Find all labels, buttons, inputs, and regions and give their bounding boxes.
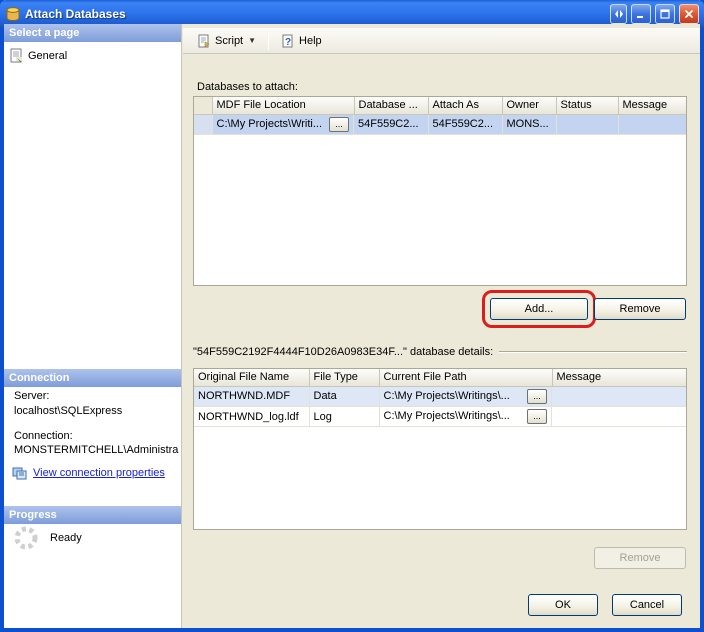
column-header-original-file-name[interactable]: Original File Name — [194, 369, 309, 386]
databases-to-attach-label: Databases to attach: — [197, 81, 298, 93]
toolbar: Script ▼ ? Help — [183, 28, 700, 54]
message-cell — [552, 407, 687, 427]
database-details-table[interactable]: Original File Name File Type Current Fil… — [193, 368, 687, 530]
connection-value: MONSTERMITCHELL\Administra — [14, 444, 178, 456]
original-file-name-cell: NORTHWND_log.ldf — [194, 407, 309, 427]
column-header-database[interactable]: Database ... — [354, 97, 428, 114]
column-header-current-file-path[interactable]: Current File Path — [379, 369, 552, 386]
view-connection-properties-link[interactable]: View connection properties — [12, 466, 165, 480]
message-cell — [618, 114, 687, 135]
database-details-label: "54F559C2192F4444F10D26A0983E34F..." dat… — [193, 346, 493, 358]
details-remove-button[interactable]: Remove — [594, 547, 686, 569]
sidebar: Select a page General Connection Server:… — [4, 24, 182, 628]
connection-label: Connection: — [14, 430, 73, 442]
column-header-file-type[interactable]: File Type — [309, 369, 379, 386]
progress-status: Ready — [12, 524, 82, 552]
details-table-header-row: Original File Name File Type Current Fil… — [194, 369, 687, 386]
file-type-cell: Log — [309, 407, 379, 427]
databases-to-attach-table[interactable]: MDF File Location Database ... Attach As… — [193, 96, 687, 286]
details-table-row[interactable]: NORTHWND_log.ldf Log C:\My Projects\Writ… — [194, 407, 687, 427]
attach-table-header-row: MDF File Location Database ... Attach As… — [194, 97, 687, 114]
close-button[interactable] — [679, 4, 699, 24]
minimize-icon — [636, 9, 646, 19]
browse-path-button[interactable]: ... — [527, 389, 547, 404]
current-file-path-cell: C:\My Projects\Writings\... ... — [380, 407, 553, 427]
browse-mdf-button[interactable]: ... — [329, 117, 349, 132]
svg-text:?: ? — [285, 37, 291, 48]
select-a-page-header: Select a page — [4, 24, 181, 42]
database-details-label-row: "54F559C2192F4444F10D26A0983E34F..." dat… — [193, 346, 687, 358]
help-button-label: Help — [299, 35, 322, 47]
chevron-down-icon: ▼ — [248, 36, 256, 45]
dialog-body: Select a page General Connection Server:… — [4, 24, 700, 628]
close-icon — [684, 9, 694, 19]
script-button[interactable]: Script ▼ — [191, 31, 262, 51]
server-value: localhost\SQLExpress — [14, 405, 122, 417]
column-header-owner[interactable]: Owner — [502, 97, 556, 114]
window-title: Attach Databases — [25, 7, 606, 21]
mdf-file-location-cell: C:\My Projects\Writi... ... — [213, 115, 355, 135]
add-button[interactable]: Add... — [490, 298, 588, 320]
original-file-name-cell: NORTHWND.MDF — [194, 386, 309, 407]
maximize-icon — [660, 9, 670, 19]
column-header-message[interactable]: Message — [618, 97, 687, 114]
message-cell — [552, 386, 687, 407]
minimize-button[interactable] — [631, 4, 651, 24]
column-header-attach-as[interactable]: Attach As — [428, 97, 502, 114]
column-header-mdf-file-location[interactable]: MDF File Location — [212, 97, 354, 114]
details-divider — [499, 351, 687, 353]
attach-as-cell: 54F559C2... — [428, 114, 502, 135]
connection-properties-icon — [12, 466, 28, 480]
help-icon: ? — [281, 34, 295, 48]
owner-cell: MONS... — [502, 114, 556, 135]
database-cell: 54F559C2... — [354, 114, 428, 135]
connection-header: Connection — [4, 369, 181, 387]
progress-spinner-icon — [12, 524, 40, 552]
status-cell — [556, 114, 618, 135]
row-selector-header — [194, 97, 212, 114]
script-button-label: Script — [215, 35, 243, 47]
file-type-cell: Data — [309, 386, 379, 407]
script-icon — [197, 34, 211, 48]
progress-header: Progress — [4, 506, 181, 524]
maximize-button[interactable] — [655, 4, 675, 24]
left-right-arrows-icon — [614, 10, 624, 18]
attach-databases-dialog: Attach Databases Select a page — [0, 0, 704, 632]
toolbar-separator — [268, 32, 269, 50]
main-panel: Script ▼ ? Help Databases to attach: — [183, 24, 700, 628]
ok-button[interactable]: OK — [528, 594, 598, 616]
progress-status-text: Ready — [50, 532, 82, 544]
details-table-row[interactable]: NORTHWND.MDF Data C:\My Projects\Writing… — [194, 386, 687, 407]
remove-button[interactable]: Remove — [594, 298, 686, 320]
server-label: Server: — [14, 390, 49, 402]
view-connection-properties-label: View connection properties — [33, 467, 165, 479]
column-header-message[interactable]: Message — [552, 369, 687, 386]
database-icon — [5, 6, 21, 22]
attach-table-row[interactable]: C:\My Projects\Writi... ... 54F559C2... … — [194, 114, 687, 135]
sidebar-item-general[interactable]: General — [9, 48, 67, 63]
dock-arrows-button[interactable] — [610, 4, 627, 24]
page-icon — [9, 48, 24, 63]
row-selector-cell[interactable] — [194, 114, 212, 135]
column-header-status[interactable]: Status — [556, 97, 618, 114]
browse-path-button[interactable]: ... — [527, 409, 547, 424]
help-button[interactable]: ? Help — [275, 31, 328, 51]
cancel-button[interactable]: Cancel — [612, 594, 682, 616]
sidebar-item-label: General — [28, 50, 67, 62]
current-file-path-cell: C:\My Projects\Writings\... ... — [380, 387, 553, 407]
